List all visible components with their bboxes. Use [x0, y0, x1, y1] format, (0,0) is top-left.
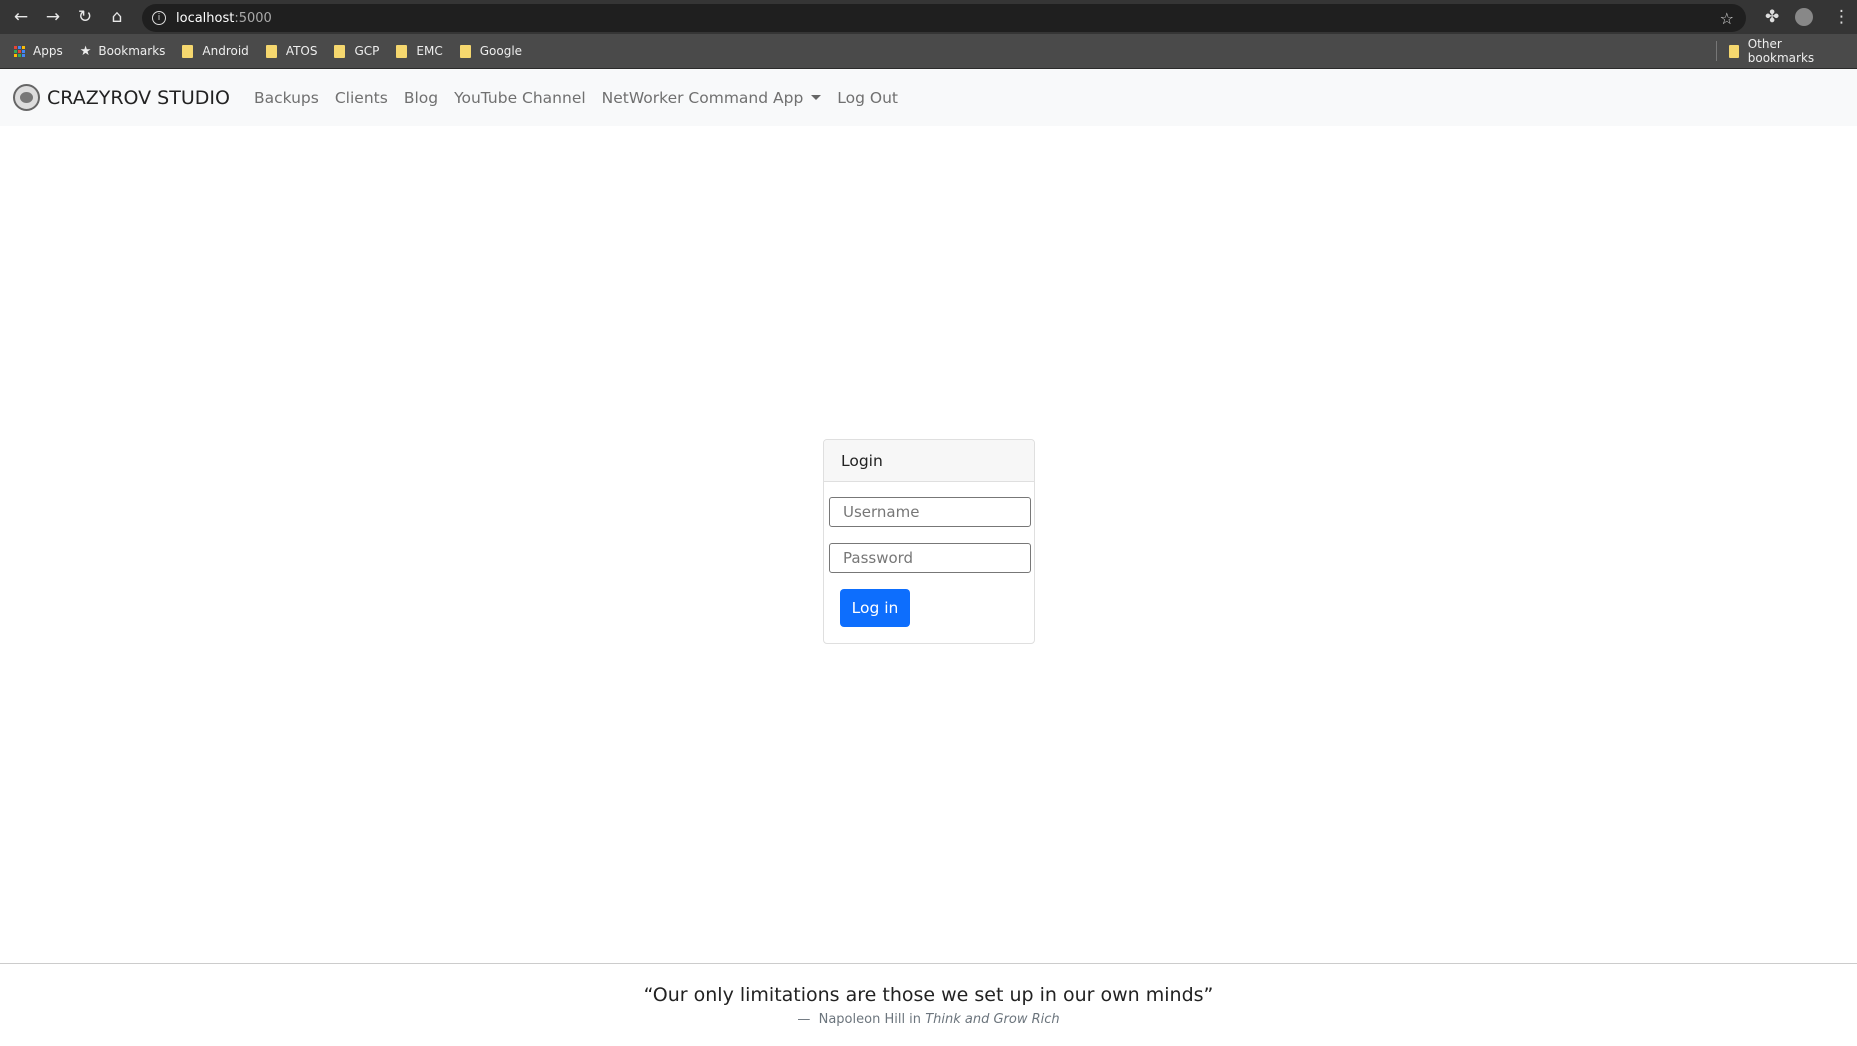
bookmark-bookmarks[interactable]: ★ Bookmarks — [80, 44, 166, 59]
apps-grid-icon — [14, 45, 25, 57]
dash: — — [797, 1012, 811, 1027]
quote-source: Think and Grow Rich — [925, 1012, 1060, 1027]
nav-label: NetWorker Command App — [601, 88, 804, 107]
footer: “Our only limitations are those we set u… — [0, 963, 1857, 1046]
other-bookmarks[interactable]: Other bookmarks — [1716, 37, 1840, 65]
brand-name[interactable]: CRAZYROV STUDIO — [47, 87, 230, 109]
quote-text: “Our only limitations are those we set u… — [643, 984, 1214, 1006]
bookmark-label: EMC — [416, 44, 443, 58]
bookmark-label: Other bookmarks — [1747, 37, 1815, 65]
login-button[interactable]: Log in — [840, 589, 910, 627]
bookmark-label: Android — [202, 44, 249, 58]
username-input[interactable] — [829, 497, 1031, 527]
extensions-icon[interactable]: ✤ — [1765, 0, 1779, 34]
login-title: Login — [824, 440, 1034, 482]
bookmark-apps[interactable]: Apps — [14, 44, 63, 58]
nav-clients[interactable]: Clients — [335, 89, 388, 107]
quote-author: Napoleon Hill in — [818, 1012, 922, 1027]
site-navbar: CRAZYROV STUDIO Backups Clients Blog You… — [0, 69, 1857, 126]
login-card: Login Log in — [823, 439, 1035, 644]
bookmark-folder[interactable]: ATOS — [265, 44, 318, 58]
folder-icon — [265, 44, 277, 58]
quote-attribution: — Napoleon Hill in Think and Grow Rich — [0, 1012, 1857, 1027]
bookmark-label: ATOS — [285, 44, 318, 58]
nav-backups[interactable]: Backups — [254, 89, 319, 107]
password-input[interactable] — [829, 543, 1031, 573]
bookmark-folder[interactable]: GCP — [334, 44, 379, 58]
url-host: localhost — [176, 10, 235, 26]
forward-icon[interactable]: → — [37, 1, 69, 33]
nav-networker-dropdown[interactable]: NetWorker Command App — [602, 89, 822, 107]
nav-youtube-channel[interactable]: YouTube Channel — [454, 89, 586, 107]
folder-icon — [396, 44, 408, 58]
folder-icon — [1729, 44, 1739, 58]
folder-icon — [182, 44, 194, 58]
bookmark-folder[interactable]: Google — [459, 44, 523, 58]
bookmarks-bar: Apps ★ Bookmarks Android ATOS GCP EMC Go… — [0, 34, 1857, 69]
profile-avatar-icon[interactable] — [1795, 0, 1813, 34]
reload-icon[interactable]: ↻ — [69, 1, 101, 33]
folder-icon — [334, 44, 346, 58]
info-icon[interactable]: i — [152, 11, 166, 25]
back-icon[interactable]: ← — [5, 1, 37, 33]
menu-kebab-icon[interactable]: ⋮ — [1833, 0, 1850, 34]
bookmark-folder[interactable]: Android — [182, 44, 249, 58]
brand-logo-icon[interactable] — [13, 84, 40, 111]
nav-blog[interactable]: Blog — [404, 89, 438, 107]
bookmark-label: Bookmarks — [98, 44, 166, 58]
address-bar[interactable]: i localhost:5000 ☆ — [142, 4, 1746, 32]
home-icon[interactable]: ⌂ — [101, 1, 133, 33]
nav-logout[interactable]: Log Out — [837, 89, 898, 107]
bookmark-label: GCP — [354, 44, 380, 58]
folder-icon — [459, 44, 471, 58]
star-icon: ★ — [79, 43, 92, 59]
bookmark-label: Apps — [33, 44, 63, 58]
caret-down-icon — [811, 95, 822, 100]
browser-toolbar: ← → ↻ ⌂ i localhost:5000 ☆ ✤ ⋮ — [0, 0, 1857, 34]
bookmark-label: Google — [479, 44, 523, 58]
bookmark-folder[interactable]: EMC — [396, 44, 443, 58]
url-port: :5000 — [234, 10, 272, 26]
bookmark-star-icon[interactable]: ☆ — [1720, 9, 1734, 28]
